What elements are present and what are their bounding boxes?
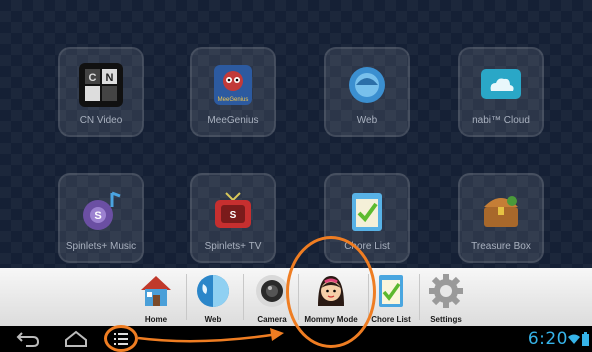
tutorial-arrow-icon — [137, 328, 284, 343]
